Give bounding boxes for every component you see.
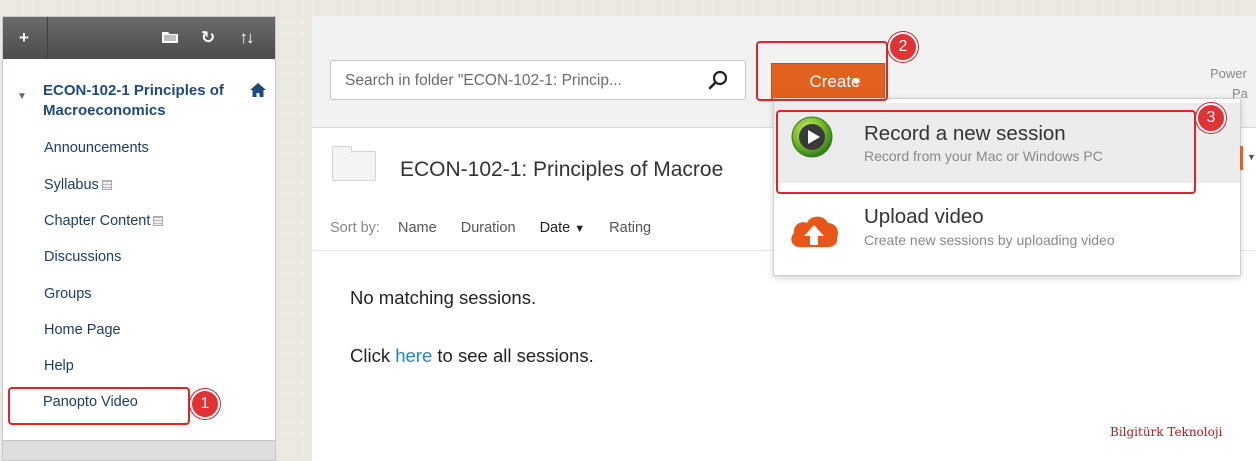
sidebar-footer: [3, 440, 275, 460]
sort-label: Sort by:: [330, 220, 380, 236]
chevron-down-icon: ▼: [851, 76, 862, 88]
sidebar-item-panopto-video[interactable]: Panopto Video: [43, 394, 138, 410]
sort-option-duration[interactable]: Duration: [461, 220, 516, 236]
sort-option-date[interactable]: Date ▼: [540, 220, 586, 236]
sidebar-item-label: Chapter Content: [44, 213, 151, 229]
record-play-icon: [790, 115, 834, 159]
step-badge: 3: [1196, 103, 1226, 133]
sidebar-item-syllabus[interactable]: Syllabus: [44, 177, 112, 193]
sort-option-name[interactable]: Name: [398, 220, 437, 236]
sort-arrows-icon[interactable]: ↑↓: [231, 17, 261, 59]
see-all-prefix: Click: [350, 345, 391, 366]
sidebar-toolbar: + ↻ ↑↓: [3, 17, 275, 59]
powered-line-1: Power: [1210, 66, 1247, 81]
create-button[interactable]: Create ▼: [771, 63, 885, 101]
folder-icon: [332, 146, 376, 181]
sidebar-item-label: Help: [44, 358, 74, 374]
menu-item-subtitle: Record from your Mac or Windows PC: [864, 148, 1103, 164]
sidebar-item-discussions[interactable]: Discussions: [44, 249, 121, 265]
search-box[interactable]: [330, 60, 746, 100]
add-icon[interactable]: +: [13, 17, 35, 59]
search-icon[interactable]: [707, 68, 731, 92]
sidebar-item-label: Syllabus: [44, 177, 99, 193]
cloud-upload-icon: [788, 211, 840, 251]
refresh-icon[interactable]: ↻: [197, 17, 219, 59]
chevron-down-icon: ▼: [1247, 152, 1256, 162]
create-dropdown-menu: Record a new session Record from your Ma…: [773, 98, 1241, 276]
course-title[interactable]: ECON-102-1 Principles of Macroeconomics: [43, 81, 253, 121]
collapse-caret-icon[interactable]: ▼: [17, 87, 27, 107]
folder-title: ECON-102-1: Principles of Macroe: [400, 158, 724, 181]
menu-item-title: Upload video: [864, 205, 984, 228]
search-input[interactable]: [345, 70, 695, 92]
sort-direction-icon: ▼: [574, 223, 586, 235]
document-icon: [153, 216, 164, 226]
sidebar-item-announcements[interactable]: Announcements: [44, 140, 149, 156]
sort-option-rating[interactable]: Rating: [609, 220, 651, 236]
toolbar-divider: [47, 17, 48, 59]
step-badge: 2: [888, 32, 918, 62]
menu-item-subtitle: Create new sessions by uploading video: [864, 232, 1115, 248]
course-sidebar: + ↻ ↑↓ ▼ ECON-102-1 Principles of Macroe…: [2, 16, 276, 461]
step-badge: 1: [190, 389, 220, 419]
sidebar-item-home-page[interactable]: Home Page: [44, 322, 121, 338]
sort-bar: Sort by: Name Duration Date ▼ Rating: [330, 220, 671, 236]
sidebar-item-groups[interactable]: Groups: [44, 286, 92, 302]
sidebar-item-label: Groups: [44, 286, 92, 302]
see-all-suffix: to see all sessions.: [437, 345, 594, 366]
see-all-link[interactable]: here: [395, 345, 432, 366]
empty-state-message: No matching sessions.: [350, 287, 537, 308]
menu-item-record-session[interactable]: Record a new session Record from your Ma…: [774, 103, 1240, 183]
see-all-sessions-text: Click here to see all sessions.: [350, 345, 594, 367]
sidebar-item-label: Announcements: [44, 140, 149, 156]
sort-option-date-label: Date: [539, 220, 571, 236]
sidebar-item-chapter-content[interactable]: Chapter Content: [44, 213, 164, 229]
sidebar-item-label: Panopto Video: [43, 394, 138, 410]
watermark: Bilgitürk Teknoloji: [1110, 425, 1223, 439]
menu-item-title: Record a new session: [864, 122, 1066, 145]
document-icon: [101, 180, 112, 190]
home-icon[interactable]: [249, 82, 267, 103]
hidden-button-edge: [1240, 146, 1243, 170]
sidebar-item-label: Home Page: [44, 322, 121, 338]
sidebar-item-label: Discussions: [44, 249, 122, 265]
sidebar-item-help[interactable]: Help: [44, 358, 74, 374]
folder-icon[interactable]: [159, 17, 181, 59]
menu-item-upload-video[interactable]: Upload video Create new sessions by uplo…: [774, 191, 1240, 271]
